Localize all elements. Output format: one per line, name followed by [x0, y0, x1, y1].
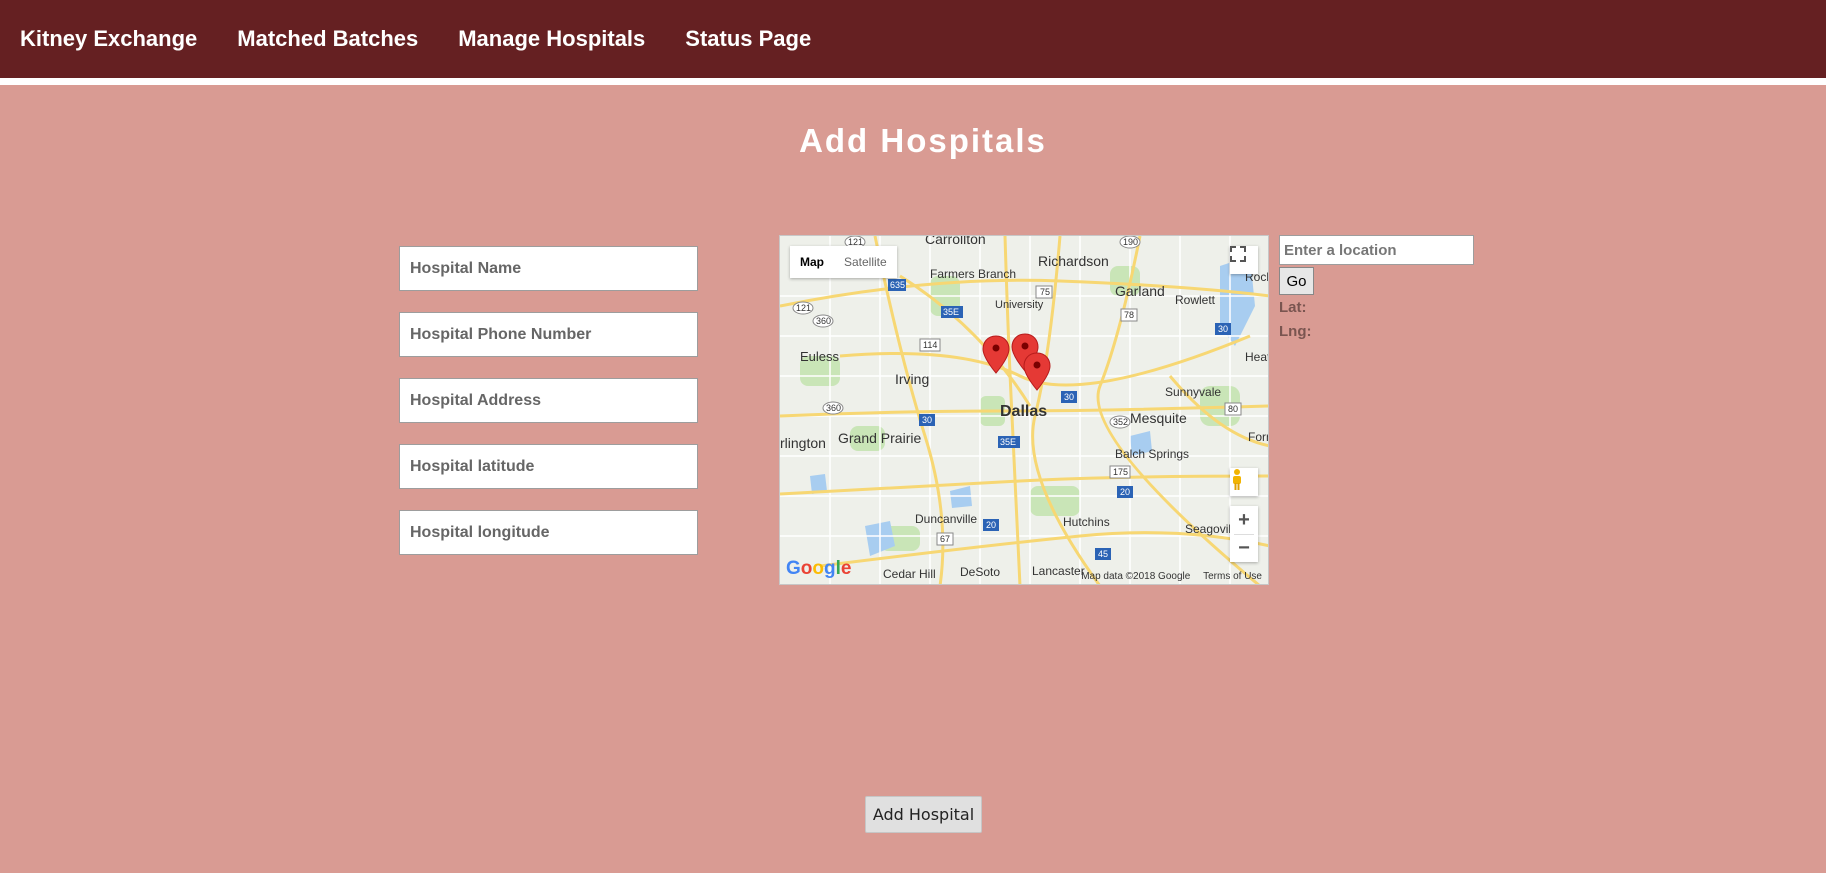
zoom-in-button[interactable]: + [1238, 506, 1250, 534]
route-shield: 190 [1119, 236, 1141, 249]
route-shield: 75 [1035, 285, 1053, 299]
fullscreen-icon[interactable] [1230, 246, 1258, 274]
route-shield: 30 [919, 414, 935, 426]
hospital-address-input[interactable] [399, 378, 698, 423]
svg-text:35E: 35E [943, 307, 959, 317]
navbar-divider [0, 78, 1826, 85]
svg-text:20: 20 [986, 520, 996, 530]
lng-label: Lng: [1279, 323, 1312, 340]
go-button[interactable]: Go [1279, 267, 1314, 295]
route-shield: 121 [792, 301, 814, 315]
route-shield: 20 [1117, 486, 1133, 498]
map-label-balch-springs: Balch Springs [1115, 447, 1189, 461]
route-shield: 30 [1215, 323, 1231, 335]
map-label-irving: Irving [895, 371, 929, 387]
map-label-seagoville: Seagovill [1185, 522, 1234, 536]
route-shield: 175 [1109, 465, 1131, 479]
map-label-garland: Garland [1115, 283, 1165, 299]
map-label-cedar-hill: Cedar Hill [883, 567, 936, 581]
svg-text:30: 30 [1218, 324, 1228, 334]
map-label-university: University [995, 299, 1044, 311]
map-type-map-button[interactable]: Map [790, 246, 834, 278]
map-label-richardson: Richardson [1038, 253, 1109, 269]
svg-text:75: 75 [1040, 287, 1050, 297]
svg-text:78: 78 [1124, 310, 1134, 320]
svg-text:45: 45 [1098, 549, 1108, 559]
route-shield: 80 [1224, 402, 1242, 416]
map-label-carrollton: Carrollton [925, 236, 986, 247]
hospital-latitude-input[interactable] [399, 444, 698, 489]
map-label-farmers-branch: Farmers Branch [930, 267, 1016, 281]
map-label-arlington: rlington [780, 435, 826, 451]
svg-text:190: 190 [1123, 237, 1138, 247]
map-label-dallas: Dallas [1000, 403, 1047, 420]
map-label-rowlett: Rowlett [1175, 293, 1216, 307]
svg-text:30: 30 [922, 415, 932, 425]
lat-label: Lat: [1279, 299, 1307, 316]
map-label-euless: Euless [800, 349, 840, 364]
map-type-control: Map Satellite [790, 246, 897, 278]
route-shield: 352 [1109, 415, 1131, 429]
map-label-forney: Forne [1248, 430, 1269, 444]
map-tiles: Carrollton Richardson Garland Rowlett Ro… [780, 236, 1269, 584]
svg-text:35E: 35E [1000, 437, 1016, 447]
route-shield: 360 [822, 401, 844, 415]
top-navbar: Kitney Exchange Matched Batches Manage H… [0, 0, 1826, 78]
svg-text:360: 360 [826, 403, 841, 413]
svg-text:352: 352 [1113, 417, 1128, 427]
street-view-pegman-icon[interactable] [1230, 468, 1258, 496]
terms-of-use-link[interactable]: Terms of Use [1203, 571, 1262, 582]
google-logo: Google [786, 558, 852, 579]
map-label-desoto: DeSoto [960, 565, 1000, 579]
map-data-attribution: Map data ©2018 Google [1081, 571, 1191, 582]
map-label-mesquite: Mesquite [1130, 410, 1187, 426]
route-shield: 78 [1120, 308, 1138, 322]
map-label-grand-prairie: Grand Prairie [838, 430, 921, 446]
location-search-input[interactable] [1279, 235, 1474, 265]
svg-text:30: 30 [1064, 392, 1074, 402]
map-attribution: Map data ©2018 Google Terms of Use [1071, 571, 1262, 582]
nav-matched-batches-link[interactable]: Matched Batches [237, 26, 418, 52]
svg-text:20: 20 [1120, 487, 1130, 497]
route-shield: 635 [888, 279, 906, 291]
route-shield: 114 [919, 338, 941, 352]
map-label-heath: Heath [1245, 350, 1269, 364]
route-shield: 35E [941, 306, 963, 318]
hospital-phone-input[interactable] [399, 312, 698, 357]
svg-text:635: 635 [890, 280, 905, 290]
route-shield: 30 [1061, 391, 1077, 403]
nav-manage-hospitals-link[interactable]: Manage Hospitals [458, 26, 645, 52]
map-label-hutchins: Hutchins [1063, 515, 1110, 529]
zoom-control: + − [1230, 506, 1258, 562]
add-hospital-button[interactable]: Add Hospital [865, 796, 982, 833]
route-shield: 20 [983, 519, 999, 531]
map-type-satellite-button[interactable]: Satellite [834, 246, 897, 278]
zoom-out-button[interactable]: − [1238, 535, 1250, 562]
google-map[interactable]: Carrollton Richardson Garland Rowlett Ro… [779, 235, 1269, 585]
nav-status-page-link[interactable]: Status Page [685, 26, 811, 52]
svg-text:80: 80 [1228, 404, 1238, 414]
map-label-duncanville: Duncanville [915, 512, 977, 526]
hospital-name-input[interactable] [399, 246, 698, 291]
route-shield: 360 [812, 314, 834, 328]
svg-text:67: 67 [940, 534, 950, 544]
svg-text:360: 360 [816, 316, 831, 326]
svg-text:114: 114 [923, 340, 937, 350]
route-shield: 35E [998, 436, 1020, 448]
page-title: Add Hospitals [799, 122, 1047, 159]
route-shield: 45 [1095, 548, 1111, 560]
nav-home-link[interactable]: Kitney Exchange [20, 26, 197, 52]
route-shield: 67 [936, 532, 954, 546]
svg-text:175: 175 [1113, 467, 1128, 477]
hospital-longitude-input[interactable] [399, 510, 698, 555]
svg-text:121: 121 [796, 303, 811, 313]
map-label-sunnyvale: Sunnyvale [1165, 385, 1221, 399]
